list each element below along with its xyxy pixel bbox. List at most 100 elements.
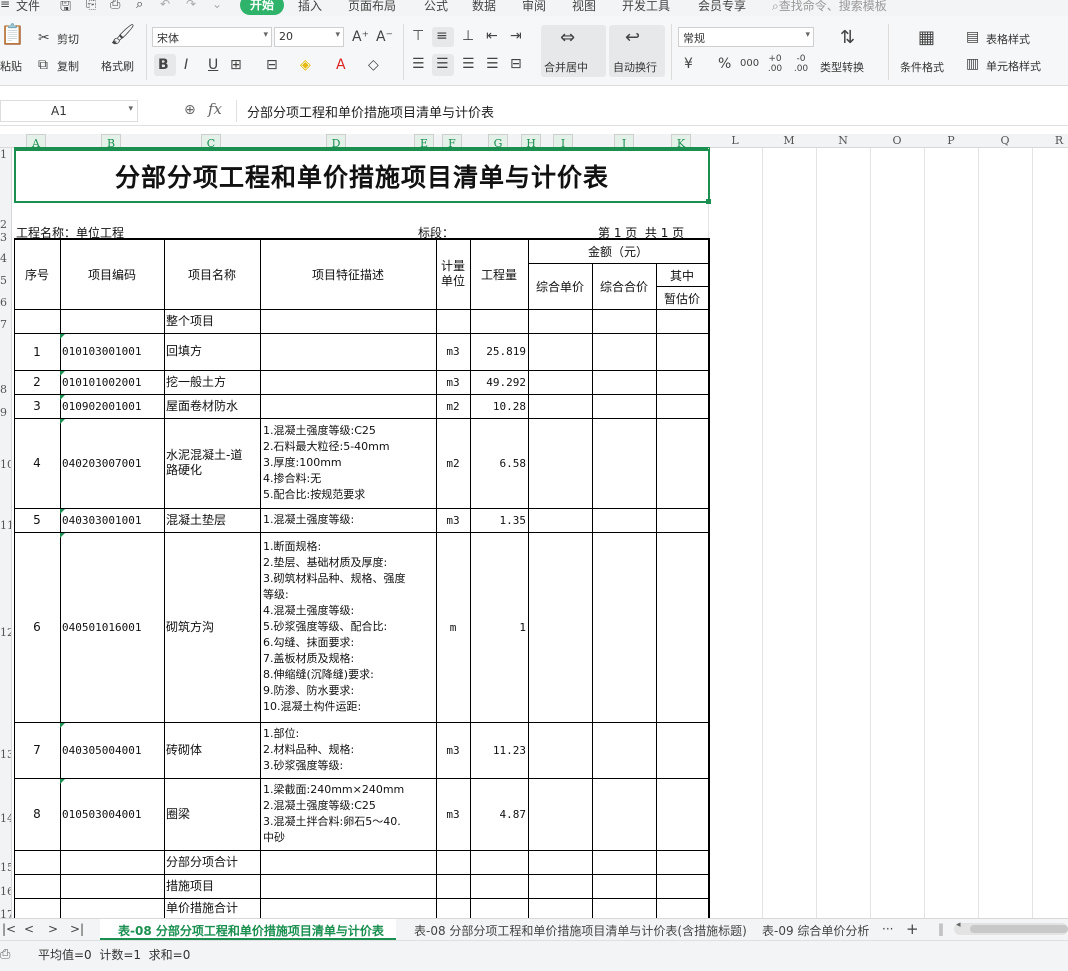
row-header-9[interactable]: 9 bbox=[0, 406, 11, 419]
clear-format-icon[interactable]: ◇ bbox=[368, 57, 379, 73]
row-header-4[interactable]: 4 bbox=[0, 252, 11, 265]
row-unit[interactable]: m2 bbox=[436, 394, 470, 418]
row-unit[interactable]: m3 bbox=[436, 508, 470, 532]
column-header-L[interactable]: L bbox=[725, 134, 745, 148]
row-name[interactable]: 屋面卷材防水 bbox=[166, 394, 260, 418]
header-unit[interactable]: 计量 单位 bbox=[436, 239, 470, 309]
row-header-15[interactable]: 15 bbox=[0, 861, 11, 874]
formula-input[interactable]: 分部分项工程和单价措施项目清单与计价表 bbox=[236, 100, 1068, 122]
search-command[interactable]: ⌕查找命令、搜索模板 bbox=[772, 0, 887, 14]
row-header-11[interactable]: 11 bbox=[0, 519, 11, 532]
type-convert-button[interactable]: 类型转换 bbox=[820, 59, 864, 75]
fill-color-icon[interactable]: ◈ bbox=[300, 57, 311, 73]
row-qty[interactable]: 1 bbox=[470, 532, 526, 722]
column-header-F[interactable]: F bbox=[442, 134, 462, 148]
row-qty[interactable]: 6.58 bbox=[470, 418, 527, 508]
selection-handle[interactable] bbox=[706, 199, 711, 204]
last-sheet-icon[interactable]: >| bbox=[70, 922, 84, 936]
tab-splitter-icon[interactable]: ‖ bbox=[938, 922, 944, 936]
row-code[interactable] bbox=[62, 898, 164, 918]
cut-icon[interactable]: ✂ bbox=[38, 30, 50, 46]
row-qty[interactable]: 49.292 bbox=[470, 370, 526, 394]
row-name[interactable]: 挖一般土方 bbox=[166, 370, 260, 394]
column-header-K[interactable]: K bbox=[671, 134, 691, 148]
row-header-7[interactable]: 7 bbox=[0, 318, 11, 331]
row-seq[interactable]: 3 bbox=[14, 394, 60, 418]
header-of-which[interactable]: 其中 bbox=[656, 264, 708, 286]
row-header-8[interactable]: 8 bbox=[0, 383, 11, 396]
row-header-13[interactable]: 13 bbox=[0, 748, 11, 761]
row-qty[interactable]: 25.819 bbox=[470, 333, 526, 370]
row-unit[interactable]: m3 bbox=[436, 333, 470, 370]
row-header-14[interactable]: 14 bbox=[0, 812, 11, 825]
menu-file[interactable]: 文件 bbox=[16, 0, 40, 14]
tab-view[interactable]: 视图 bbox=[572, 0, 596, 14]
row-seq[interactable]: 8 bbox=[14, 778, 60, 850]
cell-style-icon[interactable]: ▥ bbox=[966, 56, 979, 72]
tab-member[interactable]: 会员专享 bbox=[698, 0, 746, 14]
sheet-title[interactable]: 分部分项工程和单价措施项目清单与计价表 bbox=[14, 149, 710, 203]
row-header-6[interactable]: 6 bbox=[0, 296, 11, 309]
name-box[interactable]: A1 ▾ bbox=[0, 100, 138, 122]
row-name[interactable]: 砌筑方沟 bbox=[166, 532, 260, 722]
tab-home[interactable]: 开始 bbox=[240, 0, 284, 15]
cell-style-button[interactable]: 单元格样式 bbox=[986, 58, 1041, 74]
row-header-3[interactable]: 3 bbox=[0, 231, 11, 244]
row-unit[interactable]: m3 bbox=[436, 370, 470, 394]
redo-icon[interactable]: ↷ bbox=[186, 0, 196, 11]
column-header-P[interactable]: P bbox=[941, 134, 961, 148]
print-icon[interactable]: ⎙ bbox=[110, 0, 120, 12]
tab-insert[interactable]: 插入 bbox=[298, 0, 322, 14]
scrollbar-thumb[interactable] bbox=[970, 925, 1068, 933]
row-seq[interactable]: 1 bbox=[14, 333, 60, 370]
column-header-I[interactable]: I bbox=[553, 134, 573, 148]
column-header-D[interactable]: D bbox=[326, 134, 346, 148]
copy-icon[interactable]: ⧉ bbox=[38, 57, 48, 73]
cond-format-button[interactable]: 条件格式 bbox=[900, 59, 944, 75]
row-header-2[interactable]: 2 bbox=[0, 218, 11, 231]
row-name[interactable]: 分部分项合计 bbox=[166, 850, 260, 874]
cond-format-icon[interactable]: ▦ bbox=[918, 29, 935, 47]
row-desc[interactable] bbox=[260, 874, 436, 898]
row-header-1[interactable]: 1 bbox=[0, 148, 11, 161]
row-desc[interactable] bbox=[260, 370, 436, 394]
align-bottom-icon[interactable]: ⊥ bbox=[462, 28, 474, 44]
row-seq[interactable]: 6 bbox=[14, 532, 60, 722]
copy-button[interactable]: 复制 bbox=[57, 58, 79, 74]
row-seq[interactable]: 4 bbox=[14, 418, 60, 508]
align-middle-icon[interactable]: ≡ bbox=[436, 28, 448, 44]
wrap-text-icon[interactable]: ↩ bbox=[625, 29, 640, 47]
bold-button[interactable]: B bbox=[158, 57, 169, 73]
border-icon[interactable]: ⊞ bbox=[230, 57, 242, 73]
row-unit[interactable] bbox=[436, 309, 470, 333]
align-top-icon[interactable]: ⊤ bbox=[412, 28, 424, 44]
row-code[interactable]: 040203007001 bbox=[62, 418, 164, 508]
font-size-select[interactable]: 20 ▾ bbox=[274, 27, 344, 47]
align-right-icon[interactable]: ☰ bbox=[462, 56, 475, 72]
add-sheet-button[interactable]: + bbox=[906, 920, 919, 938]
more-sheets-button[interactable]: ··· bbox=[882, 922, 893, 936]
row-code[interactable] bbox=[62, 850, 164, 874]
font-increase-icon[interactable]: A⁺ bbox=[352, 29, 369, 45]
row-header-17[interactable]: 17 bbox=[0, 908, 11, 918]
column-header-E[interactable]: E bbox=[414, 134, 434, 148]
cell-fill-icon[interactable]: ⊟ bbox=[266, 57, 278, 73]
column-header-Q[interactable]: Q bbox=[995, 134, 1015, 148]
row-unit[interactable] bbox=[436, 898, 470, 918]
row-unit[interactable] bbox=[436, 850, 470, 874]
row-code[interactable]: 040501016001 bbox=[62, 532, 164, 722]
row-seq[interactable] bbox=[14, 850, 60, 874]
decimal-decrease-button[interactable]: -0 .00 bbox=[790, 54, 812, 74]
row-seq[interactable] bbox=[14, 309, 60, 333]
row-code[interactable] bbox=[62, 309, 164, 333]
paste-button[interactable]: 粘贴 bbox=[0, 58, 22, 74]
wrap-text-button[interactable]: 自动换行 bbox=[613, 59, 657, 75]
column-header-R[interactable]: R bbox=[1049, 134, 1068, 148]
row-desc[interactable] bbox=[260, 850, 436, 874]
row-name[interactable]: 单价措施合计 bbox=[166, 898, 260, 918]
row-desc[interactable] bbox=[260, 898, 436, 918]
header-code[interactable]: 项目编码 bbox=[60, 239, 164, 309]
first-sheet-icon[interactable]: |< bbox=[2, 922, 16, 936]
row-code[interactable]: 010103001001 bbox=[62, 333, 164, 370]
row-unit[interactable] bbox=[436, 874, 470, 898]
